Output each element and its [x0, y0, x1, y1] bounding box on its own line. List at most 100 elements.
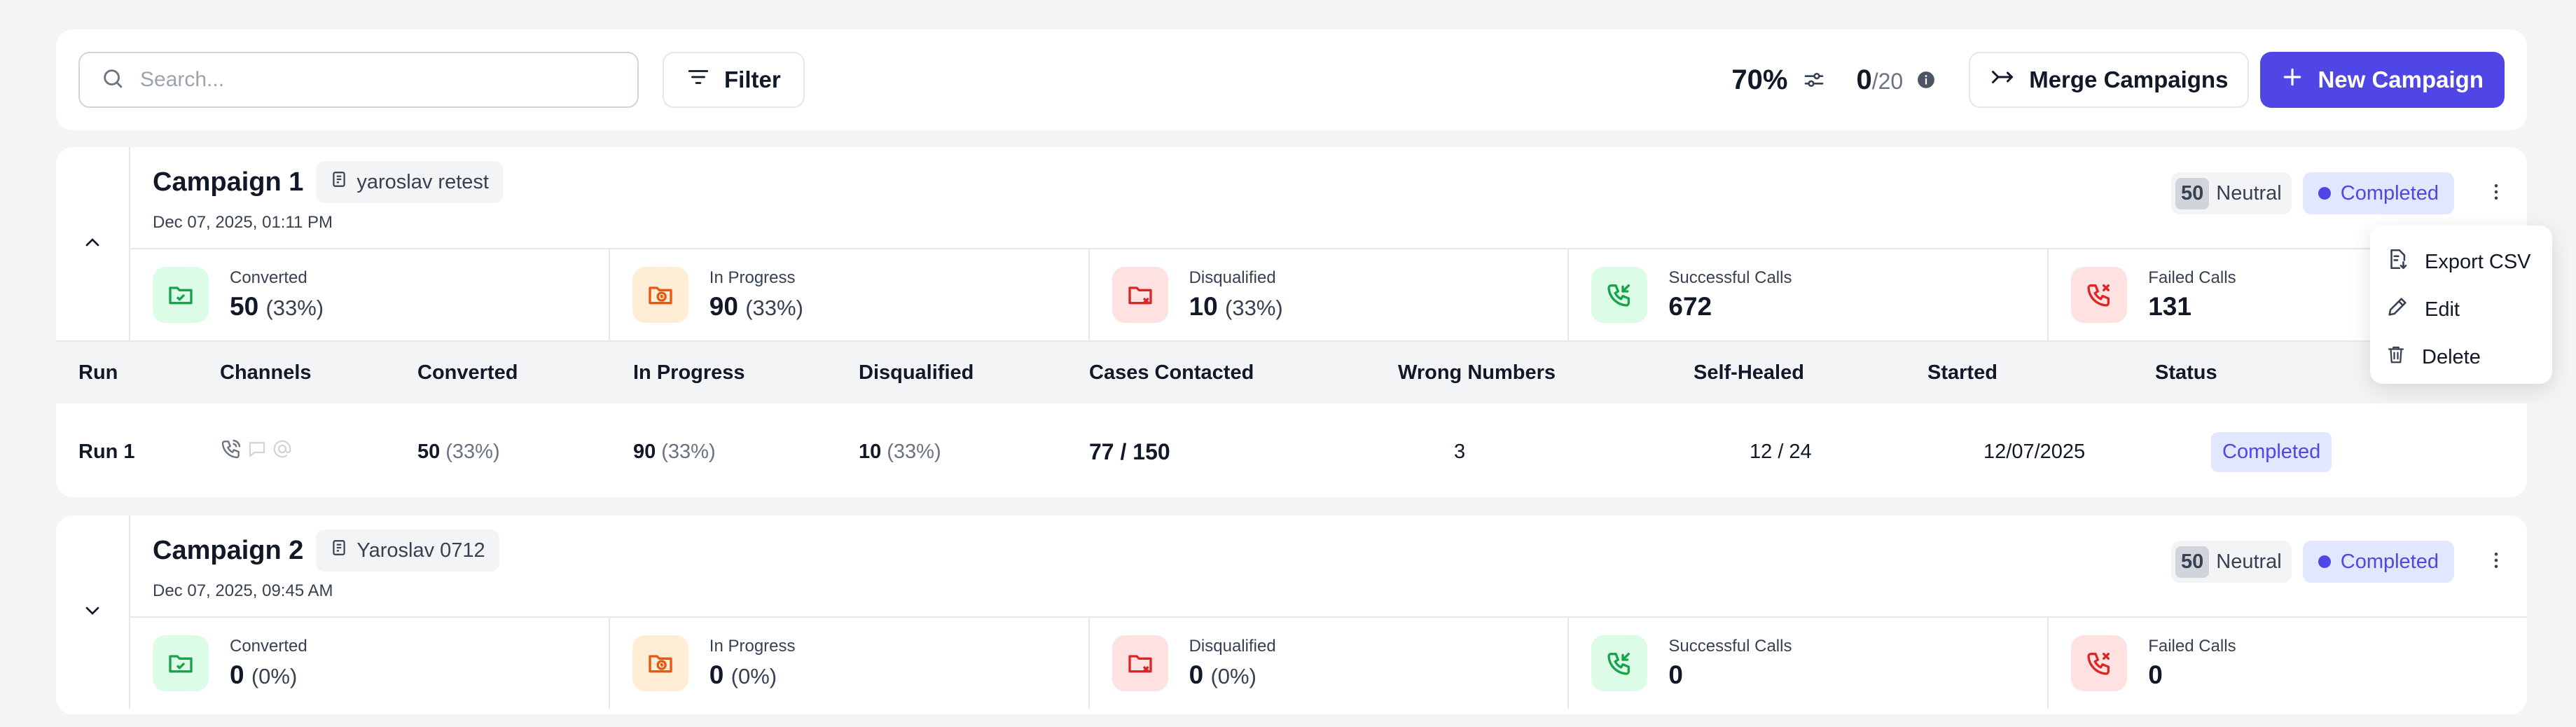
- metric-percent: (33%): [1225, 296, 1283, 320]
- metric-value: 672: [1668, 292, 1712, 321]
- run-in-progress: 90 (33%): [633, 403, 716, 497]
- metric-label: Converted: [230, 268, 307, 287]
- metric-percent: (0%): [1210, 664, 1256, 688]
- metrics-row: Converted 50 (33%) In Progress 90 (33%): [130, 248, 2527, 340]
- new-campaign-button[interactable]: New Campaign: [2260, 52, 2505, 108]
- column-header: Wrong Numbers: [1398, 361, 1556, 384]
- plus-icon: [2281, 66, 2304, 94]
- metric-label: In Progress: [709, 637, 796, 656]
- run-status: Completed: [2211, 403, 2332, 497]
- filter-button[interactable]: Filter: [663, 52, 805, 108]
- campaign-card: Campaign 2 Yaroslav 0712 Dec 07, 2025, 0…: [56, 515, 2527, 714]
- metrics-row: Converted 0 (0%) In Progress 0 (0%) Disq…: [130, 616, 2527, 709]
- chat-icon: [247, 438, 268, 465]
- collapse-toggle[interactable]: [56, 147, 130, 340]
- column-header: Channels: [220, 361, 312, 384]
- search-box[interactable]: [78, 52, 639, 108]
- pencil-icon: [2385, 295, 2409, 324]
- cell-value: 10: [859, 440, 882, 463]
- column-header: Disqualified: [859, 361, 974, 384]
- campaign-options-menu: Export CSV Edit Delete: [2370, 226, 2552, 384]
- script-icon: [330, 539, 348, 562]
- metric-value: 131: [2148, 292, 2191, 321]
- metric-in-progress: In Progress 0 (0%): [610, 618, 1090, 709]
- metric-disqualified: Disqualified 10 (33%): [1090, 249, 1570, 340]
- run-channels: [220, 403, 293, 497]
- chevron-down-icon: [81, 600, 104, 625]
- run-name: Run 1: [78, 440, 135, 463]
- metric-value: 90: [709, 292, 738, 321]
- campaign-tag: yaroslav retest: [316, 161, 503, 203]
- metric-value: 0: [2148, 660, 2163, 689]
- merge-campaigns-button[interactable]: Merge Campaigns: [1969, 52, 2250, 108]
- metric-label: Disqualified: [1189, 268, 1276, 287]
- column-header: Status: [2155, 361, 2217, 384]
- usage-counter: 0 /20: [1856, 64, 1903, 96]
- more-options-button[interactable]: [2465, 172, 2527, 214]
- metric-value: 50: [230, 292, 259, 321]
- filter-label: Filter: [724, 67, 781, 92]
- runs-table-header: Run Channels Converted In Progress Disqu…: [56, 342, 2527, 403]
- metric-label: In Progress: [709, 268, 796, 287]
- table-row[interactable]: Run 1 50 (33%) 90 (33%) 10 (33%) 77 / 150 3…: [56, 403, 2527, 497]
- metric-converted: Converted 0 (0%): [130, 618, 610, 709]
- file-export-icon: [2385, 247, 2409, 277]
- metric-value: 0: [230, 660, 244, 689]
- percent-value: 70%: [1731, 64, 1788, 95]
- campaign-title[interactable]: Campaign 1: [153, 167, 303, 198]
- more-options-button[interactable]: [2465, 541, 2527, 583]
- merge-label: Merge Campaigns: [2029, 67, 2229, 92]
- cell-percent: (33%): [887, 440, 941, 463]
- campaign-tag: Yaroslav 0712: [316, 529, 499, 572]
- metric-label: Failed Calls: [2148, 637, 2236, 656]
- expand-toggle[interactable]: [56, 515, 130, 709]
- metric-failed-calls: Failed Calls 0: [2049, 618, 2527, 709]
- campaign-date: Dec 07, 2025, 09:45 AM: [153, 581, 333, 600]
- metric-value: 0: [1668, 660, 1683, 689]
- column-header: Cases Contacted: [1089, 361, 1254, 384]
- metric-label: Successful Calls: [1668, 268, 1792, 287]
- metric-percent: (33%): [265, 296, 324, 320]
- status-badge: Completed: [2302, 172, 2454, 214]
- run-self-healed: 12 / 24: [1750, 440, 1812, 463]
- new-campaign-label: New Campaign: [2318, 67, 2484, 92]
- metric-value: 10: [1189, 292, 1218, 321]
- filter-icon: [686, 65, 710, 95]
- status-dot: [2318, 187, 2331, 200]
- campaign-title[interactable]: Campaign 2: [153, 536, 303, 566]
- phone-missed-icon: [2071, 635, 2128, 691]
- metric-disqualified: Disqualified 0 (0%): [1090, 618, 1570, 709]
- count-total: /20: [1871, 68, 1904, 94]
- metric-label: Disqualified: [1189, 637, 1276, 656]
- metric-label: Successful Calls: [1668, 637, 1792, 656]
- metric-successful-calls: Successful Calls 0: [1569, 618, 2049, 709]
- menu-item-delete[interactable]: Delete: [2370, 333, 2552, 381]
- metric-percent: (33%): [745, 296, 803, 320]
- metric-converted: Converted 50 (33%): [130, 249, 610, 340]
- neutral-label: Neutral: [2216, 181, 2282, 205]
- neutral-count: 50: [2175, 177, 2210, 209]
- at-icon: [272, 438, 293, 465]
- run-status-badge: Completed: [2211, 431, 2332, 472]
- count-value: 0: [1856, 64, 1872, 95]
- status-badge: Completed: [2302, 541, 2454, 583]
- phone-incoming-icon: [1591, 635, 1648, 691]
- sliders-icon[interactable]: [1803, 69, 1825, 91]
- metric-in-progress: In Progress 90 (33%): [610, 249, 1090, 340]
- tag-label: Yaroslav 0712: [356, 539, 485, 562]
- neutral-label: Neutral: [2216, 550, 2282, 573]
- menu-item-export-csv[interactable]: Export CSV: [2370, 238, 2552, 286]
- phone-incoming-icon: [1591, 267, 1648, 323]
- search-input[interactable]: [140, 68, 616, 92]
- folder-clock-icon: [632, 267, 688, 323]
- menu-item-edit[interactable]: Edit: [2370, 286, 2552, 333]
- info-icon[interactable]: [1917, 71, 1935, 89]
- folder-x-icon: [1112, 267, 1168, 323]
- top-toolbar: Filter 70% 0 /20 Merge Campaigns New Cam…: [56, 29, 2527, 130]
- run-started: 12/07/2025: [1983, 440, 2086, 463]
- campaign-card: Campaign 1 yaroslav retest Dec 07, 2025,…: [56, 147, 2527, 497]
- campaign-date: Dec 07, 2025, 01:11 PM: [153, 213, 333, 232]
- metric-successful-calls: Successful Calls 672: [1569, 249, 2049, 340]
- folder-check-icon: [153, 635, 209, 691]
- chevron-up-icon: [81, 231, 104, 257]
